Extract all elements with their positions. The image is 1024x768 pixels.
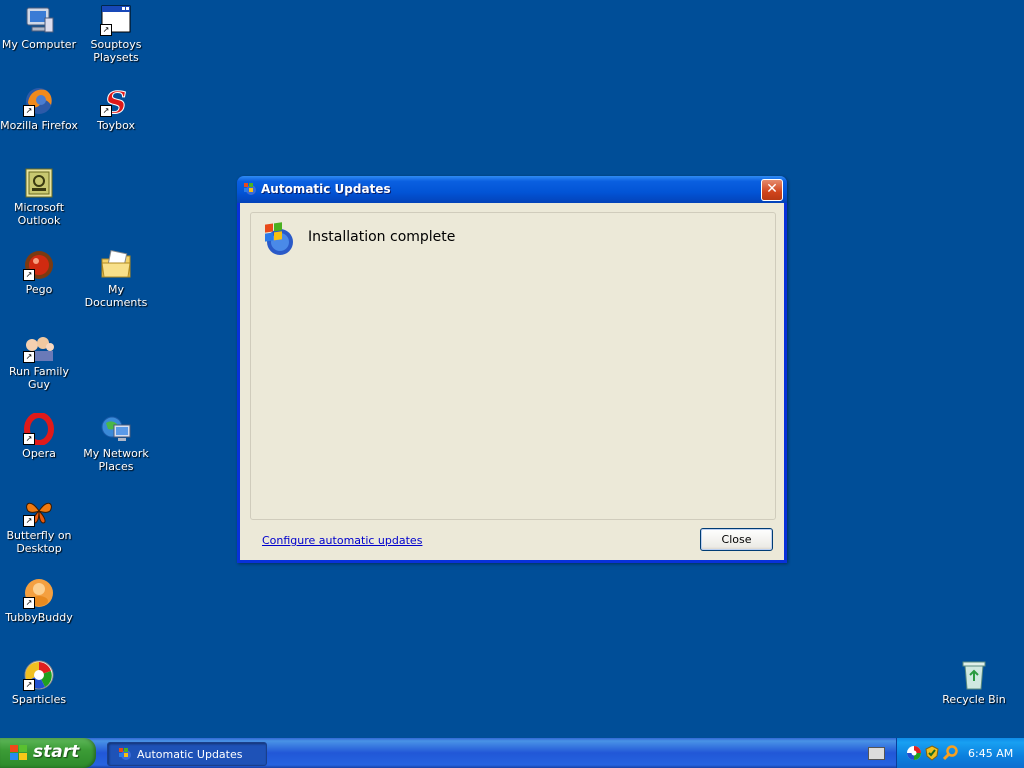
desktop-icon-tubbybuddy[interactable]: ↗ TubbyBuddy — [0, 577, 78, 624]
desktop-icon-my-documents[interactable]: My Documents — [77, 249, 155, 309]
desktop-icon-mozilla-firefox[interactable]: ↗ Mozilla Firefox — [0, 85, 78, 132]
shortcut-arrow-icon: ↗ — [23, 105, 35, 117]
dialog-title: Automatic Updates — [261, 182, 391, 196]
desktop-icon-recycle-bin[interactable]: Recycle Bin — [935, 659, 1013, 706]
desktop-icon-label: Pego — [25, 283, 53, 296]
desktop-icon-label: Opera — [22, 447, 56, 460]
desktop-icon-microsoft-outlook[interactable]: Microsoft Outlook — [0, 167, 78, 227]
shortcut-arrow-icon: ↗ — [23, 679, 35, 691]
configure-updates-link[interactable]: Configure automatic updates — [262, 534, 422, 547]
desktop-icon-butterfly-on-desktop[interactable]: ↗ Butterfly on Desktop — [0, 495, 78, 555]
desktop-icon-label: Microsoft Outlook — [13, 201, 65, 227]
window-shortcut-icon: ↗ — [100, 4, 132, 36]
firefox-icon: ↗ — [23, 85, 55, 117]
desktop-icon-souptoys-playsets[interactable]: ↗ Souptoys Playsets — [77, 4, 155, 64]
shortcut-arrow-icon: ↗ — [23, 597, 35, 609]
windows-update-shield-icon — [262, 222, 296, 256]
desktop-icon-label: My Computer — [1, 38, 77, 51]
shortcut-arrow-icon: ↗ — [23, 433, 35, 445]
start-button[interactable]: start — [0, 738, 96, 768]
desktop-icon-label: My Documents — [84, 283, 148, 309]
desktop-icon-toybox[interactable]: S ↗ Toybox — [77, 85, 155, 133]
dialog-titlebar[interactable]: Automatic Updates ✕ — [237, 176, 787, 203]
desktop-icon-my-network-places[interactable]: My Network Places — [77, 413, 155, 473]
computer-icon — [23, 4, 55, 36]
butterfly-icon: ↗ — [23, 495, 55, 527]
close-button[interactable]: Close — [700, 528, 773, 551]
taskbar: start Automatic Updates 6:45 AM — [0, 738, 1024, 768]
desktop-icon-my-computer[interactable]: My Computer — [0, 4, 78, 51]
windows-update-icon — [243, 182, 257, 196]
recycle-bin-icon — [958, 659, 990, 691]
desktop-icon-sparticles[interactable]: ↗ Sparticles — [0, 659, 78, 706]
outlook-icon — [23, 167, 55, 199]
taskbar-button-label: Automatic Updates — [137, 748, 243, 761]
desktop-icon-label: Run Family Guy — [9, 365, 69, 391]
shortcut-arrow-icon: ↗ — [23, 351, 35, 363]
automatic-updates-dialog: Automatic Updates ✕ Installation complet… — [237, 176, 787, 563]
desktop-icon-label: TubbyBuddy — [5, 611, 73, 624]
start-label: start — [33, 742, 80, 762]
keyboard-icon[interactable] — [868, 747, 885, 760]
network-places-icon — [100, 413, 132, 445]
desktop-icon-label: Mozilla Firefox — [0, 119, 78, 132]
desktop-icon-label: Recycle Bin — [942, 693, 1006, 706]
status-heading: Installation complete — [308, 229, 456, 245]
desktop-icon-label: Butterfly on Desktop — [6, 529, 72, 555]
dialog-body: Installation complete Configure automati… — [240, 203, 784, 560]
windows-update-icon — [118, 747, 132, 761]
desktop-icon-label: Toybox — [97, 119, 135, 132]
desktop-icon-run-family-guy[interactable]: ↗ Run Family Guy — [0, 331, 78, 391]
sparticles-icon: ↗ — [23, 659, 55, 691]
desktop-icon-opera[interactable]: ↗ Opera — [0, 412, 78, 460]
status-panel: Installation complete — [250, 212, 776, 520]
taskbar-button-automatic-updates[interactable]: Automatic Updates — [107, 742, 267, 766]
system-tray: 6:45 AM — [896, 738, 1024, 768]
desktop-icon-label: My Network Places — [83, 447, 149, 473]
sparticles-tray-icon[interactable] — [906, 745, 922, 761]
family-guy-icon: ↗ — [23, 331, 55, 363]
desktop-icon-pego[interactable]: ↗ Pego — [0, 249, 78, 296]
search-tray-icon[interactable] — [942, 745, 959, 761]
pego-icon: ↗ — [23, 249, 55, 281]
windows-flag-icon — [10, 745, 28, 761]
toybox-s-icon: S ↗ — [100, 85, 132, 122]
shortcut-arrow-icon: ↗ — [23, 515, 35, 527]
shortcut-arrow-icon: ↗ — [23, 269, 35, 281]
desktop-icon-label: Sparticles — [11, 693, 67, 706]
close-icon[interactable]: ✕ — [761, 179, 783, 201]
shortcut-arrow-icon: ↗ — [100, 105, 112, 117]
desktop-icon-label: Souptoys Playsets — [90, 38, 142, 64]
opera-icon: ↗ — [23, 412, 55, 446]
tubbybuddy-icon: ↗ — [23, 577, 55, 609]
clock[interactable]: 6:45 AM — [968, 747, 1013, 760]
update-shield-tray-icon[interactable] — [924, 745, 940, 761]
shortcut-arrow-icon: ↗ — [100, 24, 112, 36]
folder-documents-icon — [100, 249, 132, 281]
